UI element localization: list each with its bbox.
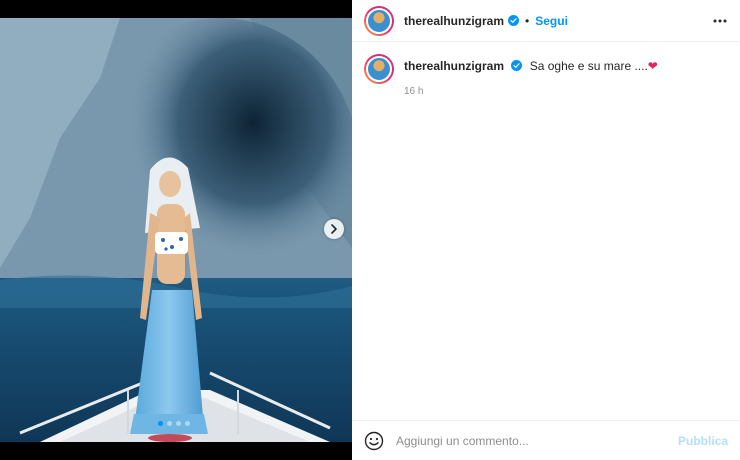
- carousel-dot: [176, 421, 181, 426]
- carousel-dot: [167, 421, 172, 426]
- post-caption: therealhunzigram Sa oghe e su mare ....❤…: [364, 54, 658, 97]
- publish-button[interactable]: Pubblica: [678, 434, 728, 448]
- heart-emoji-icon: ❤: [647, 59, 658, 73]
- post-timestamp[interactable]: 16 h: [404, 86, 658, 97]
- more-horizontal-icon[interactable]: [712, 14, 728, 28]
- comment-input[interactable]: [396, 433, 678, 448]
- post-photo[interactable]: [0, 18, 352, 442]
- caption-avatar[interactable]: [364, 54, 394, 84]
- chevron-right-icon: [331, 224, 337, 234]
- caption-line: therealhunzigram Sa oghe e su mare ....❤: [404, 58, 658, 74]
- header-separator: •: [525, 13, 530, 28]
- verified-badge-icon: [508, 15, 520, 26]
- caption-username[interactable]: therealhunzigram: [404, 59, 504, 73]
- caption-text: Sa oghe e su mare ....: [529, 59, 648, 73]
- verified-badge-icon: [511, 60, 523, 71]
- post-header: therealhunzigram • Segui: [352, 0, 740, 42]
- post-media: [0, 0, 352, 460]
- emoji-smile-icon[interactable]: [364, 431, 384, 451]
- comment-bar: Pubblica: [352, 420, 740, 460]
- avatar[interactable]: [364, 5, 394, 36]
- header-username[interactable]: therealhunzigram: [404, 14, 504, 28]
- photo-scene: [0, 18, 352, 442]
- carousel-indicator: [158, 421, 190, 426]
- carousel-next-button[interactable]: [324, 219, 344, 239]
- carousel-dot: [185, 421, 190, 426]
- post-sidebar: therealhunzigram • Segui therealhunzigra…: [352, 0, 740, 460]
- follow-button[interactable]: Segui: [535, 14, 568, 28]
- caption-body: therealhunzigram Sa oghe e su mare ....❤…: [404, 58, 658, 97]
- carousel-dot: [158, 421, 163, 426]
